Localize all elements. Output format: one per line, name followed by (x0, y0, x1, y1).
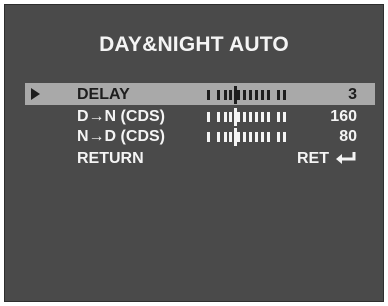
slider-tick (237, 132, 240, 142)
slider-tick (283, 112, 286, 122)
slider-tick (224, 112, 227, 122)
slider-tick (255, 90, 258, 100)
slider-tick (261, 90, 264, 100)
slider-marker[interactable] (234, 108, 237, 126)
menu-item-value: 80 (339, 128, 357, 145)
d-to-n-cds-slider[interactable] (207, 108, 299, 126)
slider-tick (277, 132, 280, 142)
slider-tick (249, 132, 252, 142)
n-to-d-cds-slider[interactable] (207, 128, 299, 146)
delay-slider[interactable] (207, 86, 299, 104)
slider-tick (277, 90, 280, 100)
osd-screen: DAY&NIGHT AUTO DELAY 3 D→N (CDS) 160 N→D… (4, 4, 384, 302)
slider-tick (217, 132, 220, 142)
slider-tick (207, 132, 210, 142)
slider-tick (237, 90, 240, 100)
menu-item-label: N→D (CDS) (77, 128, 165, 145)
slider-tick (243, 112, 246, 122)
slider-tick (243, 132, 246, 142)
menu-title: DAY&NIGHT AUTO (99, 33, 289, 56)
slider-tick (229, 132, 232, 142)
slider-tick (217, 112, 220, 122)
menu-item-label: RETURN (77, 150, 144, 167)
slider-tick (255, 112, 258, 122)
slider-tick (243, 90, 246, 100)
slider-tick (224, 132, 227, 142)
slider-tick (207, 112, 210, 122)
menu-item-value: 160 (330, 108, 357, 125)
slider-tick (283, 90, 286, 100)
menu-item-value: 3 (348, 86, 357, 103)
slider-marker[interactable] (234, 86, 237, 104)
slider-tick (249, 90, 252, 100)
slider-tick (229, 90, 232, 100)
slider-tick (267, 132, 270, 142)
menu-item-label: DELAY (77, 86, 130, 103)
slider-tick (267, 112, 270, 122)
menu-item-label: D→N (CDS) (77, 108, 165, 125)
slider-tick (277, 112, 280, 122)
slider-tick (229, 112, 232, 122)
slider-tick (217, 90, 220, 100)
slider-tick (267, 90, 270, 100)
ret-label: RET (297, 150, 329, 167)
menu-item-n-to-d-cds[interactable]: N→D (CDS) 80 (25, 125, 375, 147)
slider-marker[interactable] (234, 128, 237, 146)
menu-item-return[interactable]: RETURN RET (25, 147, 375, 169)
slider-tick (207, 90, 210, 100)
return-arrow-icon (336, 152, 356, 164)
slider-tick (261, 132, 264, 142)
slider-tick (283, 132, 286, 142)
slider-tick (224, 90, 227, 100)
triangle-right-icon (31, 88, 40, 100)
slider-tick (255, 132, 258, 142)
slider-tick (249, 112, 252, 122)
slider-tick (261, 112, 264, 122)
menu-item-delay[interactable]: DELAY 3 (25, 83, 375, 105)
menu-item-d-to-n-cds[interactable]: D→N (CDS) 160 (25, 105, 375, 127)
slider-tick (237, 112, 240, 122)
